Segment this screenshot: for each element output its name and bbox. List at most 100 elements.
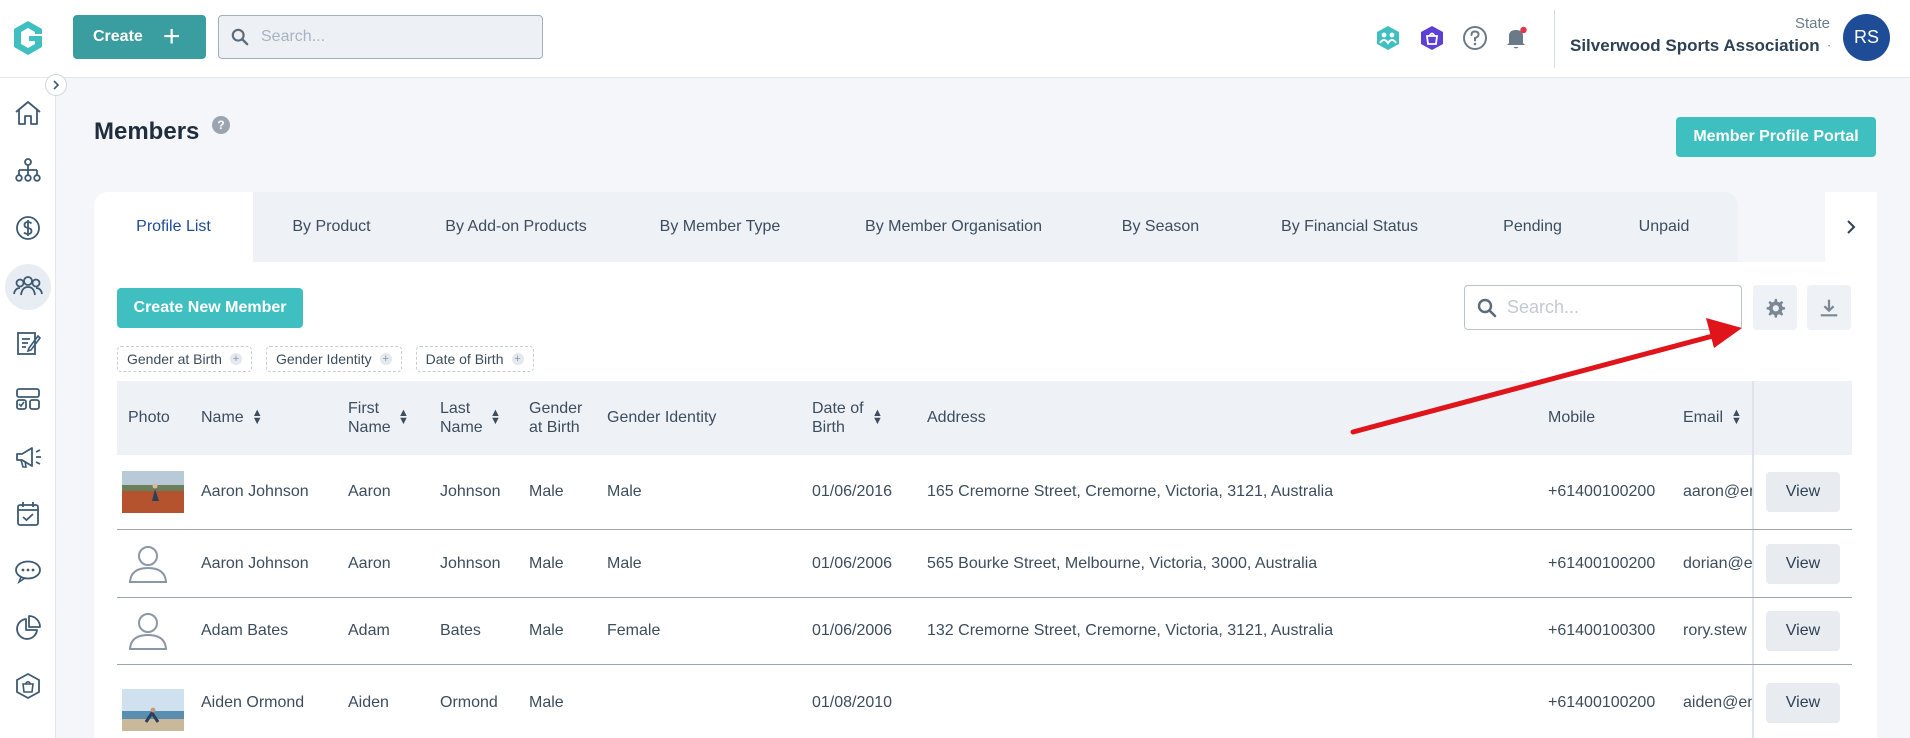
cell-mobile: +61400100200 — [1548, 483, 1656, 500]
col-last-name-label: Last Name — [440, 399, 483, 436]
cell-name: Aiden Ormond — [201, 694, 305, 711]
download-icon — [1820, 299, 1838, 316]
sort-icon: ▲ ▼ — [251, 407, 263, 427]
global-search-input[interactable] — [261, 28, 511, 46]
members-search-input[interactable] — [1507, 297, 1727, 318]
add-filter-icon: + — [511, 353, 524, 365]
chip-gender-at-birth[interactable]: Gender at Birth + — [117, 346, 252, 372]
shop-icon[interactable] — [1418, 24, 1446, 52]
tab-pending[interactable]: Pending — [1467, 192, 1598, 262]
sidebar-item-registrations[interactable] — [5, 376, 51, 422]
tab-by-member-organisation[interactable]: By Member Organisation — [818, 192, 1089, 262]
cell-email: rory.stew — [1683, 622, 1747, 639]
row-actions: View — [1752, 665, 1852, 738]
view-button[interactable]: View — [1766, 543, 1840, 584]
cell-dob: 01/06/2006 — [812, 622, 893, 639]
view-button[interactable]: View — [1766, 683, 1840, 723]
col-name[interactable]: Name ▲ ▼ — [201, 381, 263, 455]
plus-icon: + — [162, 20, 181, 53]
chat-icon — [15, 560, 41, 585]
user-avatar[interactable]: RS — [1843, 14, 1890, 61]
cell-email: aaron@en — [1683, 483, 1752, 500]
col-mobile: Mobile — [1548, 409, 1596, 427]
cell-gender-identity: Female — [607, 622, 661, 639]
sidebar-expand-button[interactable] — [45, 74, 67, 96]
tab-profile-list[interactable]: Profile List — [94, 192, 253, 262]
table-row[interactable]: Aiden Ormond Aiden Ormond Male 01/08/201… — [117, 665, 1852, 738]
tabs-scroll-right-button[interactable] — [1825, 192, 1877, 262]
sort-icon: ▲ ▼ — [490, 407, 501, 427]
table-header: Photo Name ▲ ▼ First Name ▲ ▼ Last Name ▲ ▼ Ge… — [117, 381, 1852, 455]
col-name-label: Name — [201, 409, 244, 427]
table-row[interactable]: Aaron Johnson Aaron Johnson Male Male 01… — [117, 530, 1852, 598]
sidebar-item-finance[interactable] — [5, 205, 51, 251]
organisation-selector[interactable]: Silverwood Sports Association — [1570, 36, 1830, 56]
sidebar-item-communications[interactable] — [5, 434, 51, 480]
chip-date-of-birth[interactable]: Date of Birth + — [415, 346, 534, 372]
cell-gender-at-birth: Male — [529, 694, 564, 711]
sidebar-item-reports[interactable] — [5, 605, 51, 651]
tab-by-product[interactable]: By Product — [253, 192, 410, 262]
table-settings-button[interactable] — [1753, 285, 1797, 330]
cell-first-name: Aaron — [348, 554, 391, 572]
tab-by-add-on-products[interactable]: By Add-on Products — [410, 192, 622, 262]
sort-icon: ▲ ▼ — [398, 407, 409, 427]
chip-gender-identity[interactable]: Gender Identity + — [265, 346, 402, 372]
page-help-icon[interactable]: ? — [212, 116, 230, 134]
col-first-name[interactable]: First Name ▲ ▼ — [348, 381, 428, 455]
cell-gender-at-birth: Male — [529, 554, 564, 572]
col-date-of-birth[interactable]: Date of Birth ▲ ▼ — [812, 381, 892, 455]
col-gender-at-birth: Gender at Birth — [529, 399, 583, 436]
col-last-name[interactable]: Last Name ▲ ▼ — [440, 381, 520, 455]
state-label: State — [1794, 15, 1830, 32]
sidebar-item-organisation[interactable] — [5, 148, 51, 194]
hierarchy-icon — [15, 158, 41, 182]
community-icon[interactable] — [1374, 24, 1402, 52]
tab-by-season[interactable]: By Season — [1089, 192, 1232, 262]
view-button[interactable]: View — [1766, 611, 1840, 651]
header-divider — [1554, 10, 1555, 68]
sidebar-item-messages[interactable] — [5, 548, 51, 594]
create-new-member-button[interactable]: Create New Member — [117, 288, 303, 328]
default-avatar-icon — [128, 546, 168, 583]
global-search[interactable] — [218, 15, 543, 59]
sidebar-item-forms[interactable] — [5, 320, 51, 366]
member-profile-portal-button[interactable]: Member Profile Portal — [1676, 117, 1876, 157]
create-button[interactable]: Create + — [73, 15, 206, 59]
members-icon — [13, 276, 43, 296]
help-circle-icon[interactable] — [1461, 24, 1489, 52]
cell-dob: 01/06/2006 — [812, 554, 893, 572]
tab-by-financial-status[interactable]: By Financial Status — [1232, 192, 1467, 262]
notification-bell-icon[interactable] — [1502, 24, 1530, 52]
view-button[interactable]: View — [1766, 472, 1840, 512]
tab-unpaid[interactable]: Unpaid — [1598, 192, 1730, 262]
table-row[interactable]: Aaron Johnson Aaron Johnson Male Male 01… — [117, 455, 1852, 530]
sidebar-item-events[interactable] — [5, 491, 51, 537]
cell-name: Adam Bates — [201, 622, 289, 639]
cell-first-name: Aiden — [348, 694, 389, 711]
caret-down-icon — [1827, 45, 1830, 47]
col-email-label: Email — [1683, 409, 1724, 427]
chevron-right-icon — [1847, 220, 1856, 234]
cell-last-name: Bates — [440, 622, 481, 639]
members-search[interactable] — [1464, 285, 1742, 330]
cell-mobile: +61400100200 — [1548, 554, 1656, 572]
tab-by-member-type[interactable]: By Member Type — [622, 192, 818, 262]
chip-label: Date of Birth — [425, 351, 504, 367]
export-download-button[interactable] — [1807, 285, 1851, 330]
col-email[interactable]: Email ▲ ▼ — [1683, 381, 1742, 455]
cell-last-name: Johnson — [440, 554, 501, 572]
sidebar-item-members[interactable] — [5, 264, 51, 310]
add-filter-icon: + — [379, 353, 392, 365]
table-row[interactable]: Adam Bates Adam Bates Male Female 01/06/… — [117, 598, 1852, 665]
add-filter-icon: + — [229, 353, 242, 365]
sidebar-item-shop[interactable] — [5, 663, 51, 709]
sidebar-item-home[interactable] — [5, 90, 51, 136]
cell-gender-at-birth: Male — [529, 483, 564, 500]
cell-address: 132 Cremorne Street, Cremorne, Victoria,… — [927, 622, 1334, 639]
cell-dob: 01/08/2010 — [812, 694, 893, 711]
chevron-right-icon — [53, 80, 60, 90]
app-logo-icon[interactable] — [8, 18, 48, 58]
cell-gender-identity: Male — [607, 483, 642, 500]
chip-label: Gender Identity — [275, 351, 372, 367]
